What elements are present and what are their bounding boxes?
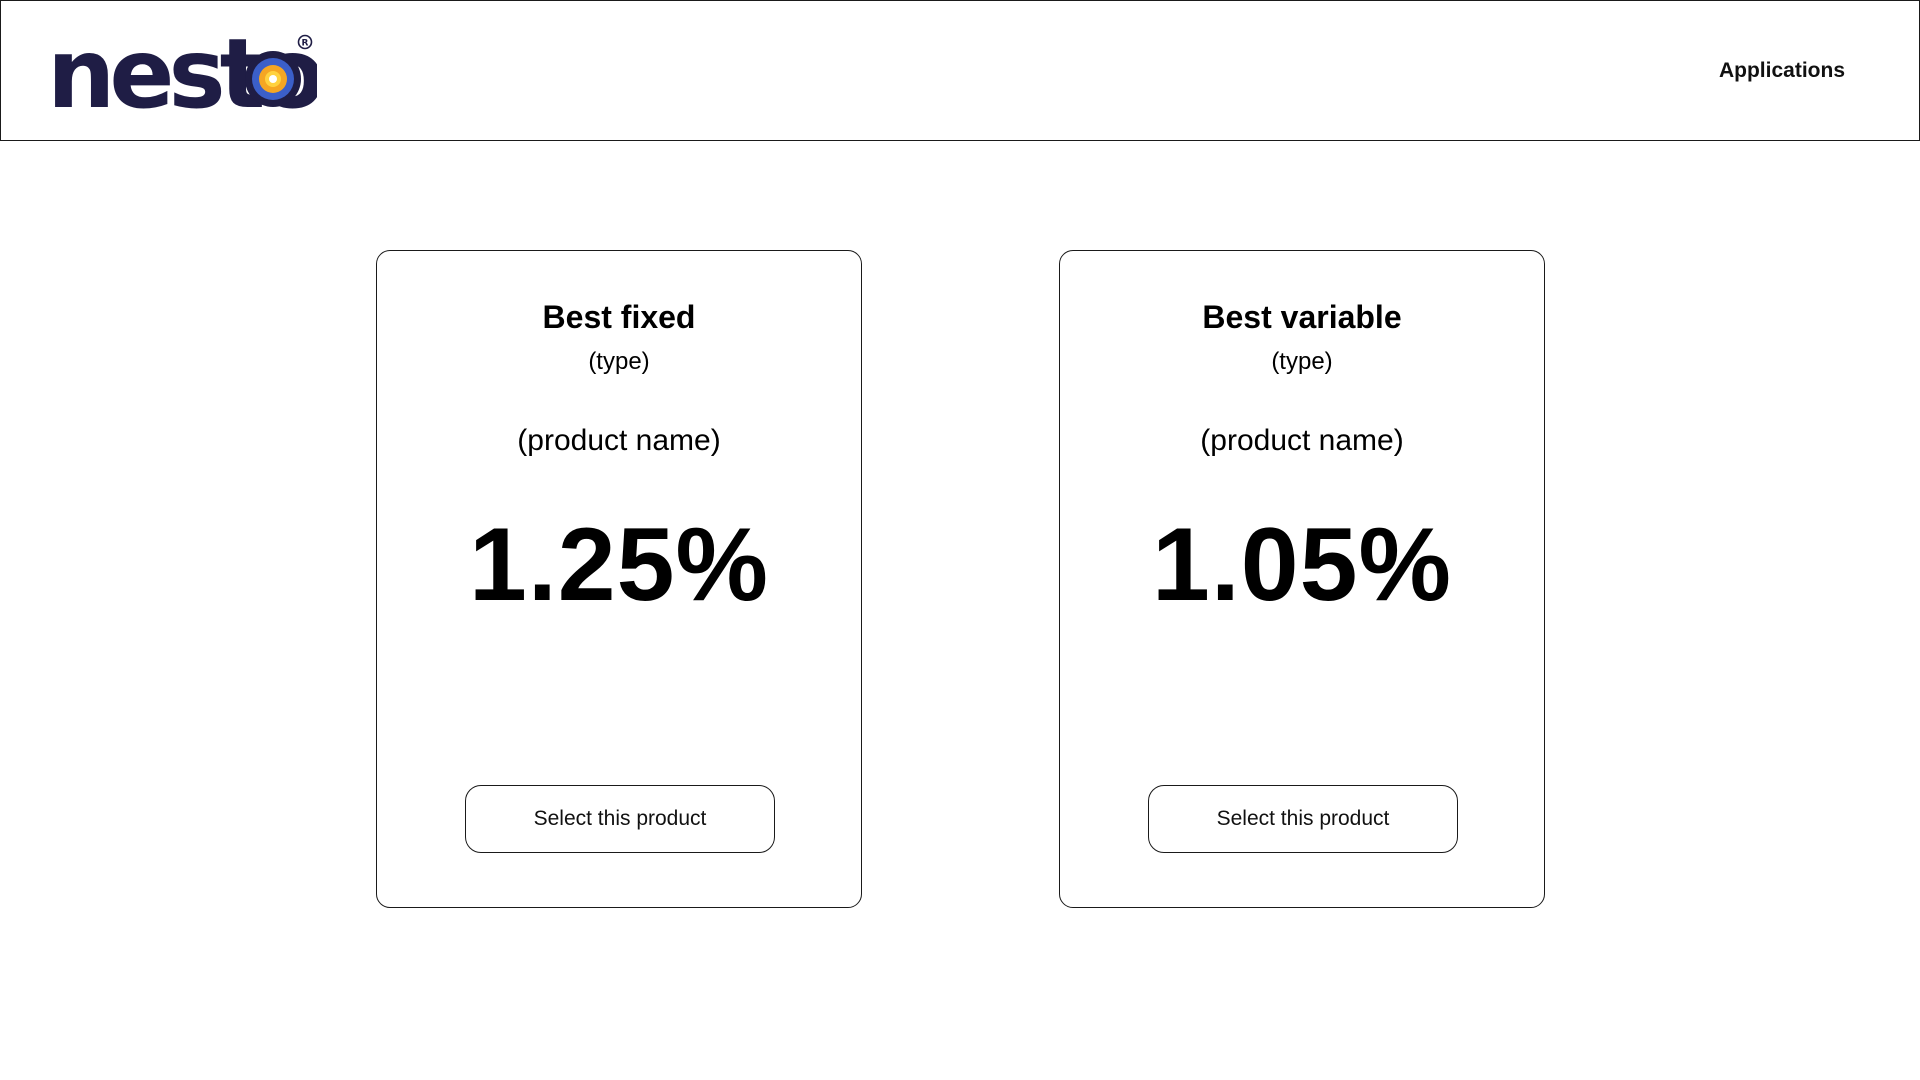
- select-product-button[interactable]: Select this product: [465, 785, 775, 853]
- top-header: nesto R Applications: [0, 0, 1920, 141]
- logo-target-icon: [245, 51, 301, 107]
- nesto-logo[interactable]: nesto R: [47, 31, 317, 111]
- product-card-variable: Best variable (type) (product name) 1.05…: [1059, 250, 1545, 908]
- card-type: (type): [1271, 348, 1333, 375]
- card-rate: 1.05%: [1152, 507, 1452, 623]
- card-product-name: (product name): [517, 424, 721, 457]
- product-card-fixed: Best fixed (type) (product name) 1.25% S…: [376, 250, 862, 908]
- card-title: Best fixed: [542, 299, 696, 335]
- card-rate: 1.25%: [469, 507, 769, 623]
- nav-applications-link[interactable]: Applications: [1719, 59, 1845, 83]
- card-title: Best variable: [1202, 299, 1402, 335]
- card-product-name: (product name): [1200, 424, 1404, 457]
- svg-text:R: R: [302, 39, 309, 49]
- select-product-button[interactable]: Select this product: [1148, 785, 1458, 853]
- card-type: (type): [588, 348, 650, 375]
